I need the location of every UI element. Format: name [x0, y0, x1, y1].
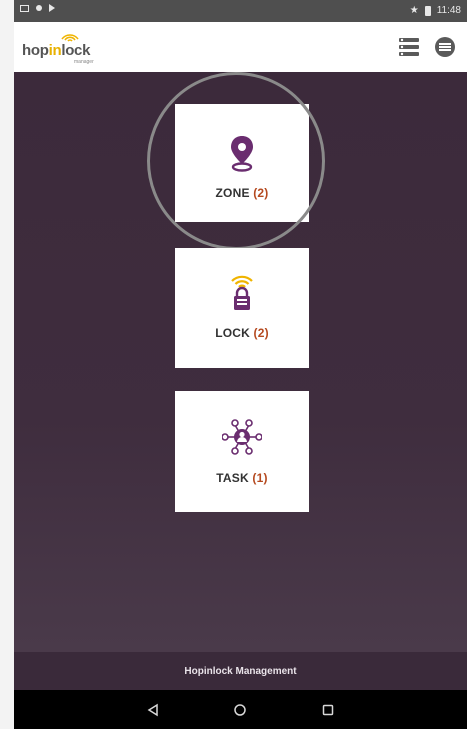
- lock-label-text: LOCK: [215, 326, 250, 340]
- lock-count: (2): [253, 326, 269, 340]
- recents-icon: [322, 704, 334, 715]
- task-label-text: TASK: [216, 471, 249, 485]
- status-time: 11:48: [436, 5, 461, 16]
- back-icon: [147, 703, 158, 716]
- app-actions: [397, 35, 457, 59]
- zone-count: (2): [253, 186, 269, 200]
- task-tile[interactable]: TASK (1): [175, 391, 309, 512]
- play-icon: [49, 4, 55, 12]
- logo-subtitle: manager: [74, 59, 94, 65]
- menu-button[interactable]: [433, 35, 457, 59]
- network-person-icon: [222, 419, 262, 455]
- screen-icon: [20, 4, 29, 12]
- location-pin-icon: [231, 136, 253, 172]
- list-button[interactable]: [397, 35, 421, 59]
- task-label: TASK (1): [216, 471, 267, 485]
- notification-dot-icon: [36, 5, 42, 11]
- app-footer: Hopinlock Management: [14, 652, 467, 690]
- logo-prefix: hop: [22, 42, 49, 59]
- lock-label: LOCK (2): [215, 326, 269, 340]
- device-screen: ★ 11:48 hopinlock manager ZONE (2) LOCK …: [14, 0, 467, 729]
- star-icon: ★: [409, 5, 419, 16]
- battery-icon: [424, 5, 431, 16]
- task-count: (1): [252, 471, 268, 485]
- back-button[interactable]: [141, 698, 165, 722]
- logo-wordmark: hopinlock: [22, 42, 90, 59]
- logo-accent: in: [48, 42, 62, 59]
- hopinlock-logo: hopinlock manager: [22, 30, 132, 66]
- footer-text: Hopinlock Management: [184, 665, 297, 677]
- status-system: ★ 11:48: [410, 5, 461, 16]
- zone-tile[interactable]: ZONE (2): [175, 104, 309, 222]
- home-button[interactable]: [228, 698, 252, 722]
- status-notifications: [20, 4, 55, 12]
- android-nav-bar: [14, 690, 467, 729]
- menu-icon: [435, 37, 455, 57]
- list-icon: [399, 38, 419, 56]
- wifi-arcs-icon: [61, 34, 79, 42]
- status-bar: ★ 11:48: [14, 0, 467, 22]
- recents-button[interactable]: [316, 698, 340, 722]
- lock-tile[interactable]: LOCK (2): [175, 248, 309, 368]
- zone-label-text: ZONE: [215, 186, 250, 200]
- wireless-lock-icon: [231, 275, 253, 310]
- zone-label: ZONE (2): [216, 186, 269, 200]
- logo-suffix: lock: [61, 42, 91, 59]
- main-content: ZONE (2) LOCK (2) TASK (1): [14, 72, 467, 652]
- home-icon: [234, 703, 247, 716]
- app-bar: hopinlock manager: [14, 22, 467, 72]
